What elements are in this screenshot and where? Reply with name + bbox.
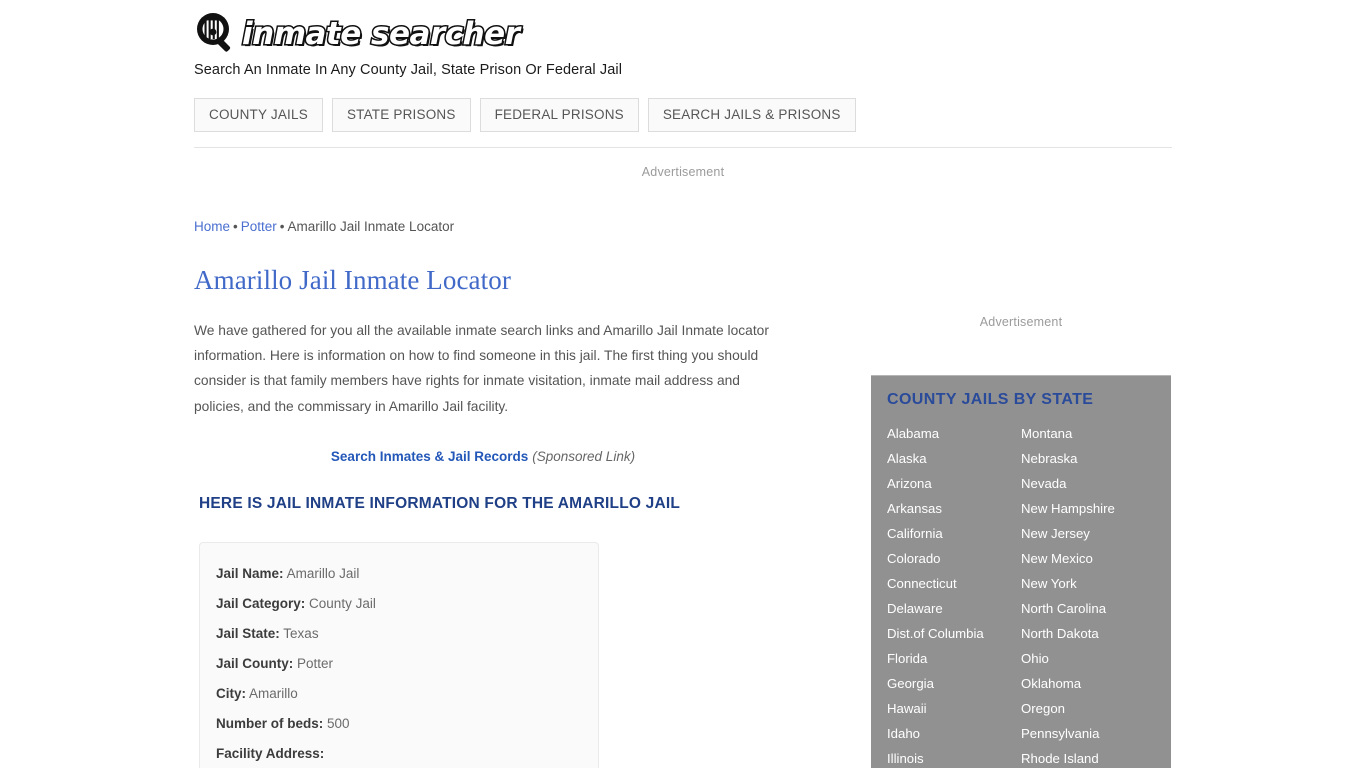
info-value: 500 bbox=[327, 715, 350, 731]
state-link-illinois[interactable]: Illinois bbox=[887, 746, 1021, 768]
info-row-number-of-beds: Number of beds: 500 bbox=[216, 709, 598, 739]
breadcrumb-home-link[interactable]: Home bbox=[194, 219, 230, 234]
intro-paragraph: We have gathered for you all the availab… bbox=[194, 323, 769, 414]
section-title: HERE IS JAIL INMATE INFORMATION FOR THE … bbox=[199, 494, 681, 512]
state-link-arkansas[interactable]: Arkansas bbox=[887, 496, 1021, 521]
info-label: City: bbox=[216, 685, 246, 701]
state-link-connecticut[interactable]: Connecticut bbox=[887, 571, 1021, 596]
sponsored-link-row: Search Inmates & Jail Records (Sponsored … bbox=[194, 449, 772, 464]
site-header: inmate searcher Search An Inmate In Any … bbox=[194, 10, 1172, 78]
state-link-alabama[interactable]: Alabama bbox=[887, 421, 1021, 446]
nav-item-federal-prisons[interactable]: FEDERAL PRISONS bbox=[479, 98, 639, 132]
state-link-montana[interactable]: Montana bbox=[1021, 421, 1155, 446]
state-link-ohio[interactable]: Ohio bbox=[1021, 646, 1155, 671]
sponsored-note: (Sponsored Link) bbox=[532, 448, 636, 464]
info-label: Jail Name: bbox=[216, 565, 284, 581]
site-tagline: Search An Inmate In Any County Jail, Sta… bbox=[194, 62, 623, 78]
site-logo-text: inmate searcher bbox=[241, 15, 522, 54]
state-link-new-hampshire[interactable]: New Hampshire bbox=[1021, 496, 1155, 521]
breadcrumb-separator-2: • bbox=[279, 219, 285, 234]
state-link-nevada[interactable]: Nevada bbox=[1021, 471, 1155, 496]
nav-item-state-prisons[interactable]: STATE PRISONS bbox=[331, 98, 471, 132]
info-label: Facility Address: bbox=[216, 745, 325, 761]
state-link-new-mexico[interactable]: New Mexico bbox=[1021, 546, 1155, 571]
state-link-arizona[interactable]: Arizona bbox=[887, 471, 1021, 496]
info-label: Jail State: bbox=[216, 625, 280, 641]
state-link-north-dakota[interactable]: North Dakota bbox=[1021, 621, 1155, 646]
state-link-new-york[interactable]: New York bbox=[1021, 571, 1155, 596]
info-row-city: City: Amarillo bbox=[216, 679, 598, 709]
info-row-jail-county: Jail County: Potter bbox=[216, 649, 598, 679]
info-label: Jail Category: bbox=[216, 595, 306, 611]
header-divider bbox=[194, 147, 1172, 148]
state-link-nebraska[interactable]: Nebraska bbox=[1021, 446, 1155, 471]
jail-info-box: Jail Name: Amarillo Jail Jail Category: … bbox=[199, 541, 599, 768]
info-row-jail-state: Jail State: Texas bbox=[216, 619, 598, 649]
state-column-left: Alabama Alaska Arizona Arkansas Californ… bbox=[887, 421, 1021, 768]
nav-item-county-jails[interactable]: COUNTY JAILS bbox=[194, 98, 323, 132]
info-label: Jail County: bbox=[216, 655, 294, 671]
main-navigation: COUNTY JAILS STATE PRISONS FEDERAL PRISO… bbox=[194, 98, 856, 132]
page-root: inmate searcher Search An Inmate In Any … bbox=[0, 0, 1366, 768]
state-link-georgia[interactable]: Georgia bbox=[887, 671, 1021, 696]
state-link-florida[interactable]: Florida bbox=[887, 646, 1021, 671]
state-link-north-carolina[interactable]: North Carolina bbox=[1021, 596, 1155, 621]
state-link-hawaii[interactable]: Hawaii bbox=[887, 696, 1021, 721]
info-value: Amarillo bbox=[249, 685, 298, 701]
page-title: Amarillo Jail Inmate Locator bbox=[194, 265, 511, 295]
info-value: County Jail bbox=[309, 595, 376, 611]
state-link-alaska[interactable]: Alaska bbox=[887, 446, 1021, 471]
info-label: Number of beds: bbox=[216, 715, 324, 731]
state-link-new-jersey[interactable]: New Jersey bbox=[1021, 521, 1155, 546]
nav-item-search-jails-prisons[interactable]: SEARCH JAILS & PRISONS bbox=[647, 98, 856, 132]
state-column-right: Montana Nebraska Nevada New Hampshire Ne… bbox=[1021, 421, 1155, 768]
breadcrumb-current: Amarillo Jail Inmate Locator bbox=[287, 219, 455, 234]
magnifier-jail-bars-icon bbox=[194, 11, 240, 57]
state-link-oklahoma[interactable]: Oklahoma bbox=[1021, 671, 1155, 696]
main-content: Amarillo Jail Inmate Locator We have gat… bbox=[194, 262, 794, 768]
county-jails-sidebar: COUNTY JAILS BY STATE Alabama Alaska Ari… bbox=[871, 375, 1171, 768]
state-links-grid: Alabama Alaska Arizona Arkansas Californ… bbox=[887, 421, 1171, 768]
info-value: Amarillo Jail bbox=[286, 565, 360, 581]
state-link-rhode-island[interactable]: Rhode Island bbox=[1021, 746, 1155, 768]
breadcrumb: Home • Potter • Amarillo Jail Inmate Locator bbox=[194, 219, 454, 234]
top-advertisement-label: Advertisement bbox=[641, 165, 725, 179]
sidebar-advertisement-label: Advertisement bbox=[979, 315, 1063, 329]
info-row-jail-name: Jail Name: Amarillo Jail bbox=[216, 559, 598, 589]
info-row-jail-category: Jail Category: County Jail bbox=[216, 589, 598, 619]
info-value: Texas bbox=[283, 625, 319, 641]
site-logo[interactable]: inmate searcher bbox=[194, 10, 1172, 58]
state-link-idaho[interactable]: Idaho bbox=[887, 721, 1021, 746]
state-link-california[interactable]: California bbox=[887, 521, 1021, 546]
state-link-oregon[interactable]: Oregon bbox=[1021, 696, 1155, 721]
info-value: Potter bbox=[297, 655, 334, 671]
sidebar-title: COUNTY JAILS BY STATE bbox=[887, 391, 1094, 408]
breadcrumb-county-link[interactable]: Potter bbox=[241, 219, 277, 234]
info-row-facility-address: Facility Address: bbox=[216, 739, 598, 768]
state-link-pennsylvania[interactable]: Pennsylvania bbox=[1021, 721, 1155, 746]
search-inmates-records-link[interactable]: Search Inmates & Jail Records bbox=[331, 449, 528, 464]
state-link-delaware[interactable]: Delaware bbox=[887, 596, 1021, 621]
breadcrumb-separator-1: • bbox=[233, 219, 238, 234]
state-link-dist-of-columbia[interactable]: Dist.of Columbia bbox=[887, 621, 1021, 646]
state-link-colorado[interactable]: Colorado bbox=[887, 546, 1021, 571]
